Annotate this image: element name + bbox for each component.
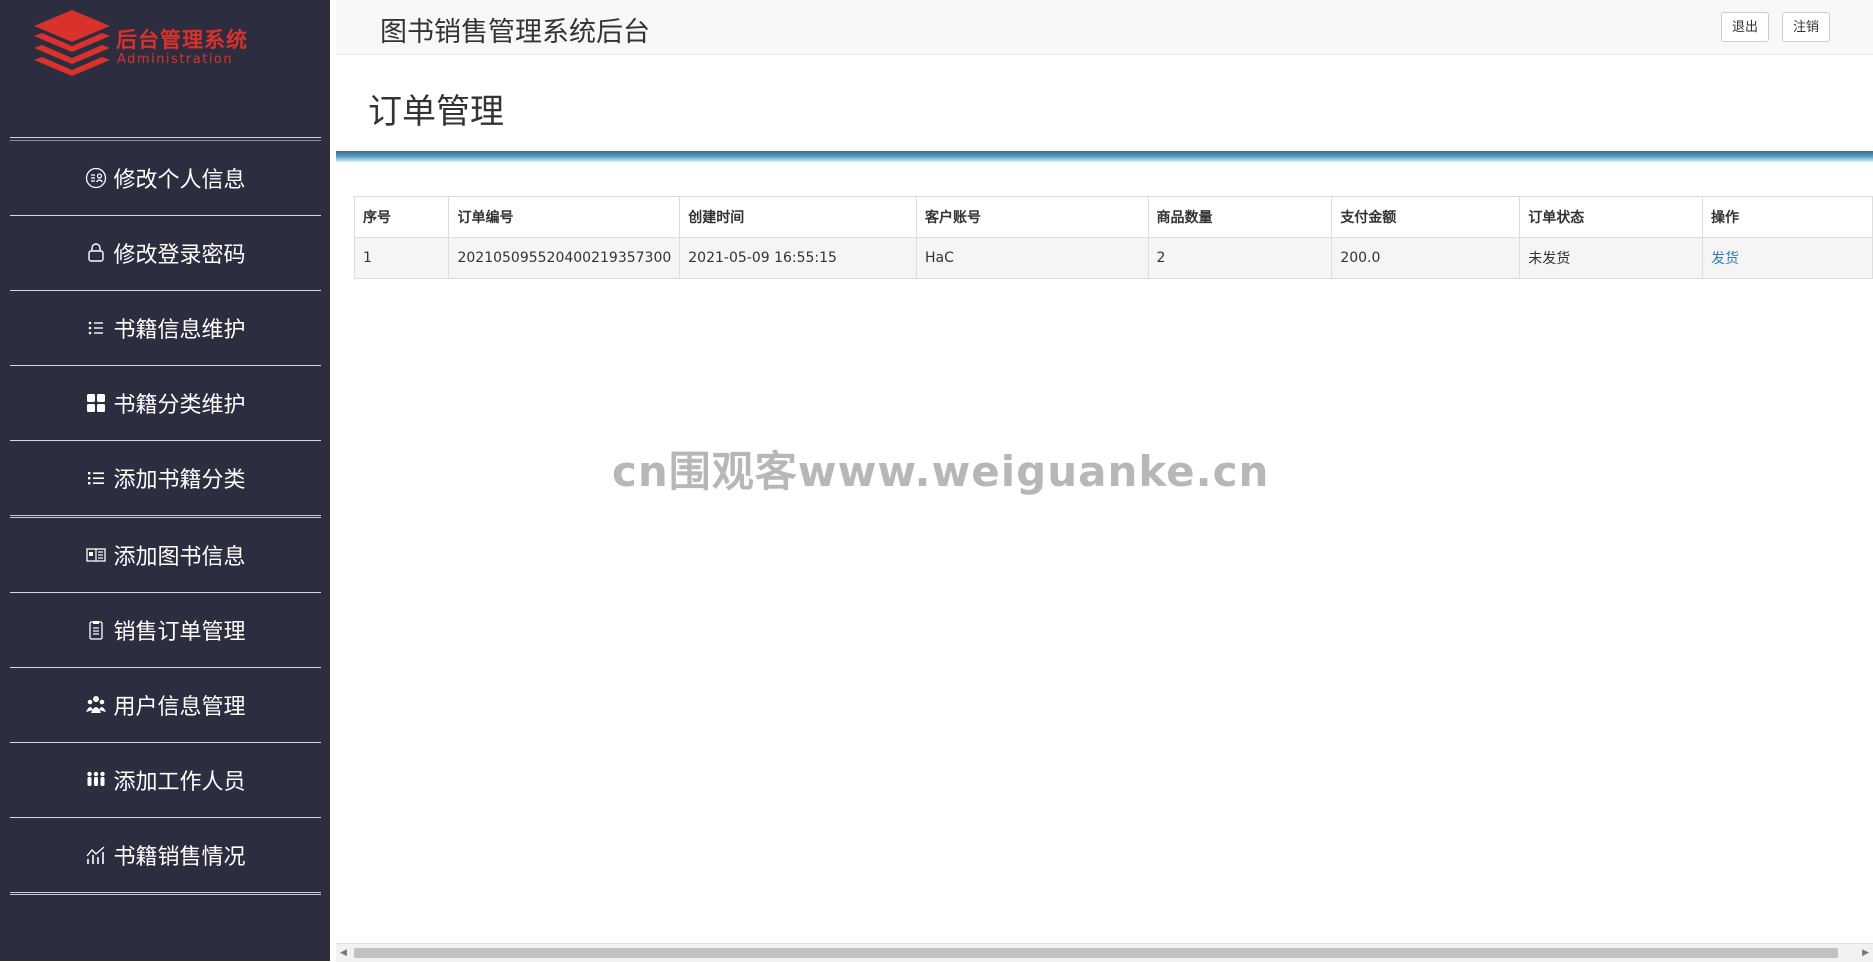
grid-icon: [85, 392, 107, 414]
cell-quantity: 2: [1147, 237, 1333, 279]
column-header: 客户账号: [916, 196, 1149, 238]
staff-icon: [85, 769, 107, 791]
sidebar-menu: 修改个人信息 修改登录密码 书籍信息维护 书籍分类维护 添加书籍分类 添加图书信…: [10, 137, 321, 895]
deregister-button[interactable]: 注销: [1782, 12, 1831, 42]
app-title: 图书销售管理系统后台: [380, 17, 650, 48]
sidebar-item-add-book[interactable]: 添加图书信息: [10, 518, 321, 593]
cell-created-time: 2021-05-09 16:55:15: [679, 237, 918, 279]
column-header: 订单编号: [448, 196, 681, 238]
sidebar-item-user-info[interactable]: 用户信息管理: [10, 668, 321, 743]
sidebar-item-sales-orders[interactable]: 销售订单管理: [10, 593, 321, 668]
sidebar-item-label: 书籍信息维护: [113, 318, 246, 343]
layers-logo-icon: [34, 10, 110, 76]
sidebar-item-label: 书籍销售情况: [113, 845, 246, 870]
sidebar-item-label: 用户信息管理: [113, 695, 246, 720]
top-navbar: 图书销售管理系统后台 退出 注销: [336, 0, 1873, 55]
sidebar-item-add-category[interactable]: 添加书籍分类: [10, 441, 321, 518]
list-add-icon: [85, 467, 107, 489]
sidebar-item-label: 添加工作人员: [113, 770, 246, 795]
sidebar-item-label: 销售订单管理: [113, 620, 246, 645]
cell-customer-account: HaC: [916, 237, 1149, 279]
heading-divider: [336, 151, 1873, 162]
orders-table-container: 序号 订单编号 创建时间 客户账号 商品数量 支付金额 订单状态 操作 1 20…: [353, 196, 1873, 279]
sidebar-item-sales-stats[interactable]: 书籍销售情况: [10, 818, 321, 895]
cell-order-number: 202105095520400219357300: [448, 237, 681, 279]
sidebar-item-label: 添加图书信息: [113, 545, 246, 570]
logo: 后台管理系统 Administration: [30, 8, 270, 78]
sidebar-item-add-staff[interactable]: 添加工作人员: [10, 743, 321, 818]
scroll-right-icon[interactable]: ▶: [1862, 948, 1869, 958]
sidebar-item-change-password[interactable]: 修改登录密码: [10, 216, 321, 291]
scroll-left-icon[interactable]: ◀: [340, 948, 347, 958]
sidebar-item-book-info[interactable]: 书籍信息维护: [10, 291, 321, 366]
watermark: cn围观客www.weiguanke.cn: [612, 447, 1270, 496]
column-header: 商品数量: [1147, 196, 1333, 238]
sidebar-item-edit-profile[interactable]: 修改个人信息: [10, 141, 321, 216]
clipboard-icon: [85, 619, 107, 641]
sidebar-item-label: 书籍分类维护: [113, 393, 246, 418]
logo-title: 后台管理系统: [116, 28, 248, 52]
table-row: 1 202105095520400219357300 2021-05-09 16…: [353, 237, 1873, 279]
table-header-row: 序号 订单编号 创建时间 客户账号 商品数量 支付金额 订单状态 操作: [353, 196, 1873, 238]
column-header: 操作: [1702, 196, 1873, 238]
sidebar-item-label: 修改登录密码: [113, 243, 246, 268]
lock-icon: [85, 242, 107, 264]
user-edit-icon: [85, 167, 107, 189]
sidebar-item-label: 修改个人信息: [113, 168, 246, 193]
cell-index: 1: [353, 237, 450, 279]
sidebar-item-label: 添加书籍分类: [113, 468, 246, 493]
list-icon: [85, 317, 107, 339]
sidebar-item-category-maintain[interactable]: 书籍分类维护: [10, 366, 321, 441]
scrollbar-thumb[interactable]: [354, 948, 1838, 958]
book-card-icon: [85, 544, 107, 566]
sidebar: 后台管理系统 Administration 修改个人信息 修改登录密码 书籍信息…: [0, 0, 330, 961]
cell-amount: 200.0: [1331, 237, 1521, 279]
page-title: 订单管理: [368, 92, 504, 132]
orders-table: 序号 订单编号 创建时间 客户账号 商品数量 支付金额 订单状态 操作 1 20…: [353, 196, 1873, 279]
users-icon: [85, 694, 107, 716]
column-header: 订单状态: [1519, 196, 1704, 238]
column-header: 支付金额: [1331, 196, 1521, 238]
logo-subtitle: Administration: [117, 52, 234, 67]
cell-action: 发货: [1702, 237, 1873, 279]
logout-button[interactable]: 退出: [1721, 12, 1770, 42]
column-header: 创建时间: [679, 196, 918, 238]
ship-order-link[interactable]: 发货: [1711, 251, 1739, 267]
column-header: 序号: [353, 196, 450, 238]
cell-status: 未发货: [1519, 237, 1704, 279]
horizontal-scrollbar[interactable]: ◀ ▶: [336, 943, 1873, 962]
chart-icon: [85, 844, 107, 866]
